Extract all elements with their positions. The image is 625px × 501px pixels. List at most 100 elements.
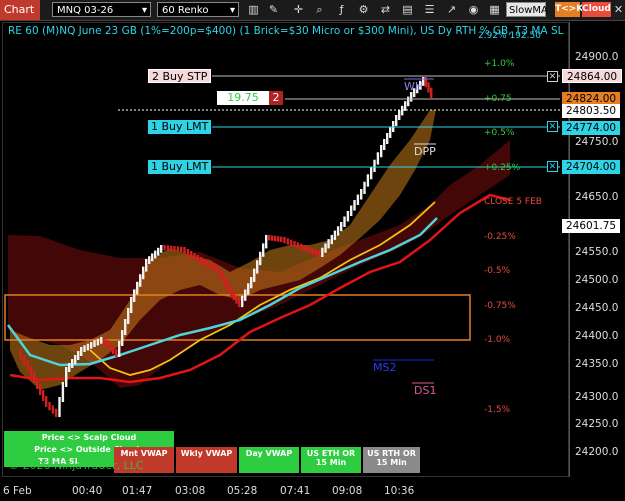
renko-brick [296,242,300,249]
price-tick: 24300.0 [575,391,619,403]
buy-stop-price-label: 24864.00 [562,69,623,83]
renko-brick [312,248,315,255]
renko-brick [333,230,337,240]
chart-title-suffix: 2.92% 192.50 [478,31,541,41]
renko-brick [115,349,118,357]
price-tick: 24550.0 [575,246,619,258]
scalp-cloud-button[interactable]: Price <> Scalp Cloud [4,431,174,443]
renko-brick [241,295,244,308]
renko-brick [103,337,106,345]
time-tick: 01:47 [122,485,153,497]
renko-brick [407,96,410,107]
renko-brick [93,340,96,347]
renko-brick [268,235,271,241]
ma-price-label: 24601.75 [562,219,621,233]
time-tick: 09:08 [332,485,363,497]
renko-brick [277,236,280,242]
renko-brick [383,139,386,150]
buy-limit-order-1[interactable]: 1 Buy LMT [148,120,212,134]
renko-brick [290,239,293,246]
renko-brick [238,298,241,307]
renko-brick [306,246,309,253]
close-order-icon[interactable]: ✕ [547,121,558,132]
renko-brick [256,260,259,274]
renko-brick [346,211,350,222]
renko-brick [250,277,253,289]
renko-brick [303,245,306,252]
pct-minus-025: -0.25% [484,232,516,242]
position-pnl[interactable]: 19.75 [217,91,269,105]
renko-brick [336,226,340,236]
renko-brick [86,343,90,351]
renko-brick [160,245,163,253]
renko-brick [196,255,200,262]
renko-brick [404,101,407,111]
position-qty[interactable]: 2 [269,91,283,105]
renko-brick [45,396,48,407]
close-order-icon[interactable]: ✕ [547,71,558,82]
renko-brick [327,239,330,249]
renko-brick [39,384,42,395]
renko-brick [410,92,413,102]
renko-brick [244,289,247,301]
renko-brick [376,152,380,165]
chart-window: Chart MNQ 03-26 ▾ 60 Renko ▾ ▥ ✎ ✛ ⌕ ƒ ⚙ ⇄… [0,0,625,501]
pct-plus-075: +0.75 [484,94,512,104]
price-tick: 24900.0 [575,51,619,63]
renko-brick [366,174,370,187]
rth-or-button[interactable]: US RTH OR 15 Min [363,447,420,473]
price-tick: 24350.0 [575,358,619,370]
renko-brick [353,200,356,211]
price-tick: 24250.0 [575,418,619,430]
renko-brick [350,205,353,216]
wh-label: WH [404,80,424,93]
renko-brick [80,347,83,356]
pct-minus-05: -0.5% [484,266,511,276]
buy-stop-order[interactable]: 2 Buy STP [148,69,212,83]
renko-brick [100,337,103,344]
time-tick: 07:41 [280,485,311,497]
renko-brick [324,243,327,253]
renko-brick [26,360,29,372]
renko-brick [430,87,433,98]
renko-brick [51,405,55,414]
renko-brick [235,295,238,304]
renko-brick [23,354,26,366]
renko-brick [360,189,363,200]
pct-plus-05: +0.5% [484,128,515,138]
renko-brick [96,338,100,346]
pct-plus-1: +1.0% [484,59,515,69]
renko-brick [203,259,206,266]
renko-brick [215,265,218,272]
renko-brick [283,237,286,244]
day-vwap-button[interactable]: Day VWAP [239,447,299,473]
renko-brick [180,246,183,252]
price-tick: 24400.0 [575,330,619,342]
wkly-vwap-button[interactable]: Wkly VWAP [176,447,237,473]
renko-brick [42,390,45,401]
renko-brick [136,281,139,295]
renko-brick [145,259,148,272]
renko-brick [293,241,296,248]
price-tick: 24500.0 [575,274,619,286]
renko-brick [121,330,124,346]
price-chart[interactable] [0,0,625,501]
renko-brick [186,249,190,256]
renko-brick [142,266,145,280]
renko-brick [427,82,430,93]
renko-brick [398,110,401,120]
renko-brick [74,355,77,364]
renko-brick [127,308,130,324]
renko-brick [340,222,343,232]
renko-brick [68,363,71,372]
buy-limit-order-2[interactable]: 1 Buy LMT [148,160,212,174]
eth-or-button[interactable]: US ETH OR 15 Min [301,447,361,473]
pct-minus-075: -0.75% [484,301,516,311]
close-order-icon[interactable]: ✕ [547,161,558,172]
renko-brick [221,272,224,282]
renko-brick [230,287,233,297]
time-tick: 10:36 [384,485,415,497]
close-prev-label: CLOSE 5 FEB [484,197,542,207]
renko-brick [170,245,173,251]
time-tick: 6 Feb [3,485,32,497]
